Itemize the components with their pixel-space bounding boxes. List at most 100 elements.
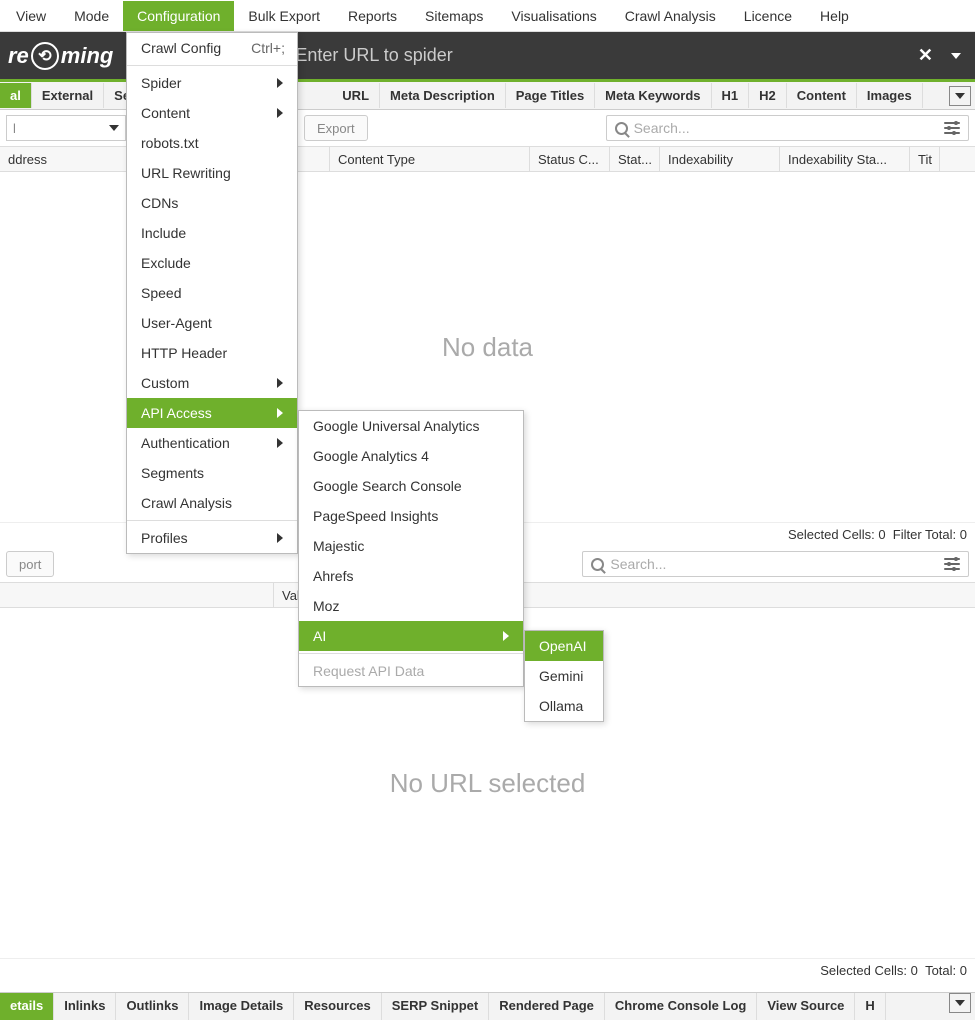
ai-item-ollama[interactable]: Ollama [525, 691, 603, 721]
col-status[interactable]: Stat... [610, 147, 660, 171]
selected-cells-label: Selected Cells: [788, 527, 875, 542]
menu-help[interactable]: Help [806, 1, 863, 31]
filter-value: l [13, 121, 16, 136]
config-item-url-rewriting[interactable]: URL Rewriting [127, 158, 297, 188]
tab-meta-description[interactable]: Meta Description [380, 83, 506, 108]
btab-details[interactable]: etails [0, 993, 54, 1020]
menu-configuration[interactable]: Configuration [123, 1, 234, 31]
col-indexability[interactable]: Indexability [660, 147, 780, 171]
search-icon [591, 558, 604, 571]
menu-licence[interactable]: Licence [730, 1, 806, 31]
search-placeholder: Search... [634, 120, 690, 136]
filter-dropdown[interactable]: l [6, 115, 126, 141]
btabs-overflow[interactable] [949, 993, 971, 1013]
api-item-majestic[interactable]: Majestic [299, 531, 523, 561]
menu-mode[interactable]: Mode [60, 1, 123, 31]
menu-view[interactable]: View [2, 1, 60, 31]
config-item-authentication[interactable]: Authentication [127, 428, 297, 458]
col-status-code[interactable]: Status C... [530, 147, 610, 171]
ai-submenu: OpenAIGeminiOllama [524, 630, 604, 722]
url-history-dropdown[interactable] [951, 53, 961, 59]
btab-image-details[interactable]: Image Details [189, 993, 294, 1020]
logo-globe-icon: ⟲ [31, 42, 59, 70]
config-item-api-access[interactable]: API Access [127, 398, 297, 428]
submenu-arrow-icon [503, 631, 509, 641]
btab-resources[interactable]: Resources [294, 993, 381, 1020]
search-settings-icon[interactable] [944, 558, 960, 570]
lower-search-input[interactable]: Search... [582, 551, 969, 577]
app-logo: re ⟲ ming [8, 42, 113, 70]
tab-meta-keywords[interactable]: Meta Keywords [595, 83, 711, 108]
chevron-down-icon [955, 93, 965, 99]
url-input[interactable]: Enter URL to spider [295, 45, 906, 66]
filter-total-label: Filter Total: [893, 527, 956, 542]
ai-item-openai[interactable]: OpenAI [525, 631, 603, 661]
btab-chrome-console[interactable]: Chrome Console Log [605, 993, 757, 1020]
submenu-arrow-icon [277, 108, 283, 118]
search-input[interactable]: Search... [606, 115, 969, 141]
api-item-ai[interactable]: AI [299, 621, 523, 651]
api-item-google-universal-analytics[interactable]: Google Universal Analytics [299, 411, 523, 441]
bottom-tabs: etails Inlinks Outlinks Image Details Re… [0, 992, 975, 1020]
tabs-overflow-button[interactable] [949, 86, 971, 106]
config-item-robots-txt[interactable]: robots.txt [127, 128, 297, 158]
selected-cells-value: 0 [878, 527, 885, 542]
api-item-google-search-console[interactable]: Google Search Console [299, 471, 523, 501]
config-item-content[interactable]: Content [127, 98, 297, 128]
config-item-segments[interactable]: Segments [127, 458, 297, 488]
api-item-ahrefs[interactable]: Ahrefs [299, 561, 523, 591]
lower-total-label: Total: [925, 963, 956, 978]
col-title[interactable]: Tit [910, 147, 940, 171]
search-settings-icon[interactable] [944, 122, 960, 134]
btab-outlinks[interactable]: Outlinks [116, 993, 189, 1020]
btab-view-source[interactable]: View Source [757, 993, 855, 1020]
menu-bulk-export[interactable]: Bulk Export [234, 1, 334, 31]
config-item-user-agent[interactable]: User-Agent [127, 308, 297, 338]
ai-item-gemini[interactable]: Gemini [525, 661, 603, 691]
tab-h2[interactable]: H2 [749, 83, 787, 108]
tab-images[interactable]: Images [857, 83, 923, 108]
tab-content[interactable]: Content [787, 83, 857, 108]
tab-internal[interactable]: al [0, 83, 32, 108]
tab-external[interactable]: External [32, 83, 104, 108]
tab-url[interactable]: URL [332, 83, 380, 108]
lower-col-name[interactable] [0, 583, 274, 607]
api-item-google-analytics-4[interactable]: Google Analytics 4 [299, 441, 523, 471]
btab-inlinks[interactable]: Inlinks [54, 993, 116, 1020]
lower-export-button[interactable]: port [6, 551, 54, 577]
config-item-speed[interactable]: Speed [127, 278, 297, 308]
btab-http[interactable]: H [855, 993, 885, 1020]
export-button[interactable]: Export [304, 115, 368, 141]
config-item-exclude[interactable]: Exclude [127, 248, 297, 278]
config-item-spider[interactable]: Spider [127, 68, 297, 98]
submenu-arrow-icon [277, 533, 283, 543]
api-item-moz[interactable]: Moz [299, 591, 523, 621]
clear-url-button[interactable]: ✕ [906, 45, 945, 66]
submenu-arrow-icon [277, 78, 283, 88]
config-item-crawl-analysis[interactable]: Crawl Analysis [127, 488, 297, 518]
submenu-arrow-icon [277, 438, 283, 448]
lower-status-bar: Selected Cells: 0 Total: 0 [0, 958, 975, 982]
config-item-http-header[interactable]: HTTP Header [127, 338, 297, 368]
menu-visualisations[interactable]: Visualisations [497, 1, 610, 31]
menu-crawl-analysis[interactable]: Crawl Analysis [611, 1, 730, 31]
menu-reports[interactable]: Reports [334, 1, 411, 31]
config-item-include[interactable]: Include [127, 218, 297, 248]
logo-text-pre: re [8, 43, 29, 69]
col-content-type[interactable]: Content Type [330, 147, 530, 171]
api-item-pagespeed-insights[interactable]: PageSpeed Insights [299, 501, 523, 531]
btab-serp-snippet[interactable]: SERP Snippet [382, 993, 489, 1020]
config-item-crawl-config[interactable]: Crawl ConfigCtrl+; [127, 33, 297, 63]
api-item-request-api-data: Request API Data [299, 656, 523, 686]
submenu-arrow-icon [277, 408, 283, 418]
config-item-custom[interactable]: Custom [127, 368, 297, 398]
config-item-cdns[interactable]: CDNs [127, 188, 297, 218]
tab-h1[interactable]: H1 [712, 83, 750, 108]
config-item-profiles[interactable]: Profiles [127, 523, 297, 553]
lower-selected-value: 0 [911, 963, 918, 978]
tab-page-titles[interactable]: Page Titles [506, 83, 595, 108]
menu-sitemaps[interactable]: Sitemaps [411, 1, 497, 31]
btab-rendered-page[interactable]: Rendered Page [489, 993, 605, 1020]
api-access-submenu: Google Universal AnalyticsGoogle Analyti… [298, 410, 524, 687]
col-indexability-status[interactable]: Indexability Sta... [780, 147, 910, 171]
